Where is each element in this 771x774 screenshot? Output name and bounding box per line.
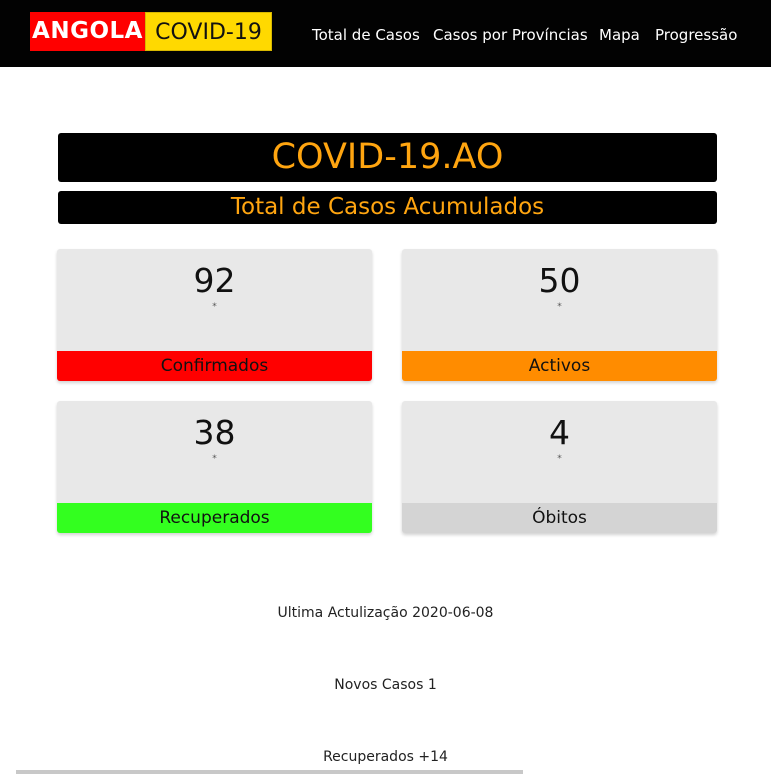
stat-card-obitos: 4 * Óbitos (402, 401, 717, 533)
stat-note: * (557, 302, 562, 312)
recovered-text: Recuperados +14 (323, 749, 448, 765)
last-update-text: Ultima Actulização 2020-06-08 (277, 605, 494, 621)
stat-value: 50 (538, 261, 581, 300)
nav-progressao[interactable]: Progressão (655, 26, 737, 44)
stat-label-obitos: Óbitos (402, 503, 717, 533)
nav-total-casos[interactable]: Total de Casos (312, 26, 420, 44)
stat-card-confirmados: 92 * Confirmados (57, 249, 372, 381)
stat-label-recuperados: Recuperados (57, 503, 372, 533)
brand-angola[interactable]: ANGOLA (30, 12, 145, 51)
stat-label-confirmados: Confirmados (57, 351, 372, 381)
stat-value: 4 (549, 413, 570, 452)
stat-label-activos: Activos (402, 351, 717, 381)
horizontal-scrollbar[interactable] (16, 770, 523, 774)
nav-casos-provincias[interactable]: Casos por Províncias (433, 26, 588, 44)
new-cases-text: Novos Casos 1 (334, 677, 437, 693)
stat-note: * (557, 454, 562, 464)
top-navbar: ANGOLA COVID-19 Total de Casos Casos por… (0, 0, 771, 67)
stat-note: * (212, 302, 217, 312)
stat-value: 38 (193, 413, 236, 452)
stat-card-recuperados: 38 * Recuperados (57, 401, 372, 533)
page-title: COVID-19.AO (58, 133, 717, 182)
stat-note: * (212, 454, 217, 464)
stat-value: 92 (193, 261, 236, 300)
page-subtitle: Total de Casos Acumulados (58, 191, 717, 224)
brand-covid[interactable]: COVID-19 (145, 12, 272, 51)
stat-card-activos: 50 * Activos (402, 249, 717, 381)
nav-mapa[interactable]: Mapa (599, 26, 640, 44)
